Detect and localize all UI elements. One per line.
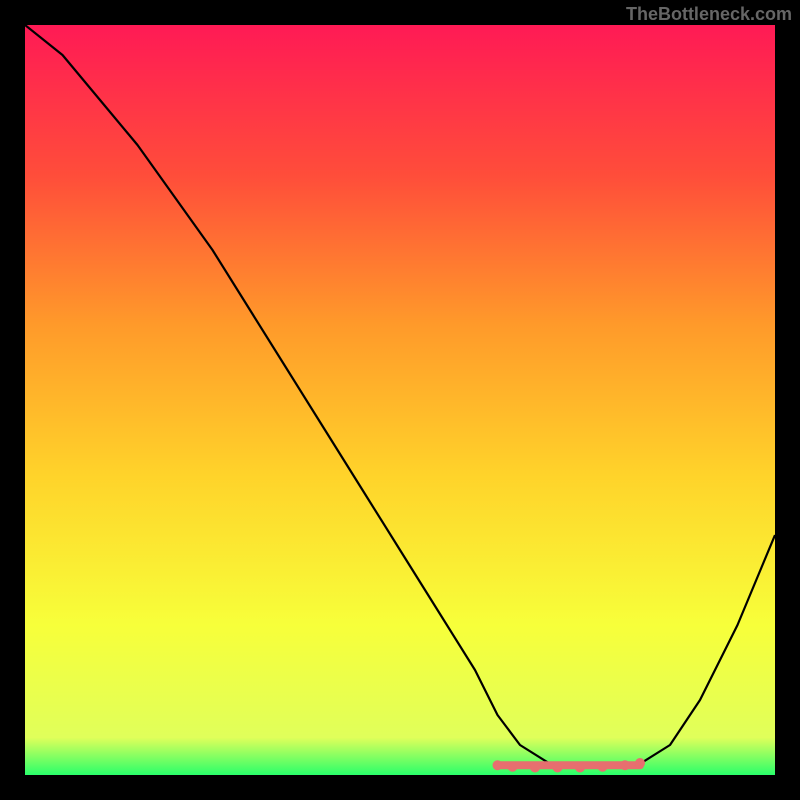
optimal-marker bbox=[530, 763, 540, 773]
optimal-marker bbox=[598, 762, 608, 772]
chart-container: TheBottleneck.com bbox=[0, 0, 800, 800]
optimal-marker bbox=[508, 762, 518, 772]
optimal-marker bbox=[635, 758, 645, 768]
chart-svg bbox=[25, 25, 775, 775]
gradient-background bbox=[25, 25, 775, 775]
plot-area bbox=[25, 25, 775, 775]
watermark-text: TheBottleneck.com bbox=[626, 4, 792, 25]
optimal-marker bbox=[493, 760, 503, 770]
optimal-marker bbox=[620, 760, 630, 770]
optimal-marker bbox=[575, 763, 585, 773]
optimal-marker bbox=[553, 763, 563, 773]
